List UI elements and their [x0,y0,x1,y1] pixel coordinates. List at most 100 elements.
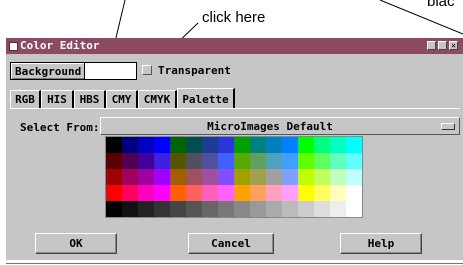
palette-swatch[interactable] [282,153,298,169]
palette-swatch[interactable] [138,137,154,153]
palette-swatch[interactable] [202,169,218,185]
palette-swatch[interactable] [154,201,170,217]
tab-palette[interactable]: Palette [177,88,235,109]
palette-swatch[interactable] [234,185,250,201]
minimize-icon[interactable] [427,41,436,50]
palette-swatch[interactable] [234,137,250,153]
tab-hbs[interactable]: HBS [74,90,106,108]
palette-swatch[interactable] [154,137,170,153]
palette-swatch[interactable] [218,137,234,153]
palette-swatch[interactable] [106,169,122,185]
palette-swatch[interactable] [330,137,346,153]
palette-swatch[interactable] [202,201,218,217]
palette-swatch[interactable] [346,137,362,153]
palette-swatch[interactable] [154,185,170,201]
dropdown-icon[interactable] [441,123,455,130]
palette-swatch[interactable] [106,153,122,169]
tab-rgb[interactable]: RGB [10,90,41,108]
palette-swatch[interactable] [138,185,154,201]
palette-swatch[interactable] [186,153,202,169]
palette-select[interactable]: MicroImages Default [100,117,460,135]
palette-swatch[interactable] [314,185,330,201]
background-button[interactable]: Background [10,62,87,80]
palette-swatch[interactable] [106,185,122,201]
palette-swatch[interactable] [218,201,234,217]
palette-swatch[interactable] [282,201,298,217]
palette-swatch[interactable] [266,153,282,169]
palette-swatch[interactable] [282,169,298,185]
palette-swatch[interactable] [170,137,186,153]
palette-swatch[interactable] [250,169,266,185]
system-menu-icon[interactable] [9,42,18,51]
help-button[interactable]: Help [340,233,422,254]
palette-swatch[interactable] [234,201,250,217]
palette-swatch[interactable] [314,201,330,217]
background-color-swatch[interactable] [84,62,137,80]
palette-swatch[interactable] [202,153,218,169]
palette-swatch[interactable] [170,201,186,217]
palette-swatch[interactable] [314,153,330,169]
palette-swatch[interactable] [138,201,154,217]
palette-swatch[interactable] [330,169,346,185]
palette-swatch[interactable] [298,201,314,217]
palette-swatch[interactable] [218,185,234,201]
palette-swatch[interactable] [250,137,266,153]
palette-swatch[interactable] [138,153,154,169]
palette-swatch[interactable] [186,137,202,153]
palette-swatch[interactable] [330,185,346,201]
cancel-button[interactable]: Cancel [188,233,274,254]
ok-button[interactable]: OK [35,233,117,254]
palette-swatch[interactable] [218,169,234,185]
palette-swatch[interactable] [154,169,170,185]
palette-swatch[interactable] [250,153,266,169]
palette-swatch[interactable] [266,201,282,217]
palette-swatch[interactable] [186,185,202,201]
palette-swatch[interactable] [234,169,250,185]
palette-swatch[interactable] [346,169,362,185]
tab-his[interactable]: HIS [41,90,74,108]
palette-swatch[interactable] [266,137,282,153]
title-bar[interactable]: Color Editor ✕ [6,38,463,54]
maximize-icon[interactable] [438,41,447,50]
palette-swatch[interactable] [250,201,266,217]
tab-cmy[interactable]: CMY [106,90,138,108]
palette-swatch[interactable] [298,153,314,169]
palette-swatch[interactable] [170,185,186,201]
palette-swatch[interactable] [218,153,234,169]
palette-swatch[interactable] [106,201,122,217]
palette-swatch[interactable] [346,185,362,201]
palette-swatch[interactable] [298,169,314,185]
palette-swatch[interactable] [122,153,138,169]
palette-swatch[interactable] [298,185,314,201]
transparent-checkbox[interactable] [142,65,152,75]
transparent-label: Transparent [158,64,231,77]
palette-swatch[interactable] [298,137,314,153]
palette-swatch[interactable] [250,185,266,201]
palette-swatch[interactable] [330,153,346,169]
palette-swatch[interactable] [330,201,346,217]
palette-swatch[interactable] [138,169,154,185]
palette-swatch[interactable] [346,201,362,217]
palette-swatch[interactable] [202,185,218,201]
palette-swatch[interactable] [170,169,186,185]
palette-swatch[interactable] [122,185,138,201]
palette-swatch[interactable] [202,137,218,153]
tab-cmyk[interactable]: CMYK [138,90,177,108]
palette-swatch[interactable] [122,169,138,185]
palette-swatch[interactable] [122,201,138,217]
palette-swatch[interactable] [346,153,362,169]
palette-swatch[interactable] [186,169,202,185]
palette-swatch[interactable] [154,153,170,169]
palette-swatch[interactable] [282,137,298,153]
palette-swatch[interactable] [106,137,122,153]
palette-swatch[interactable] [314,169,330,185]
palette-swatch[interactable] [314,137,330,153]
palette-swatch[interactable] [282,185,298,201]
palette-swatch[interactable] [122,137,138,153]
close-icon[interactable]: ✕ [449,41,458,50]
palette-swatch[interactable] [266,169,282,185]
palette-swatch[interactable] [186,201,202,217]
palette-swatch[interactable] [170,153,186,169]
palette-swatch[interactable] [266,185,282,201]
palette-swatch[interactable] [234,153,250,169]
